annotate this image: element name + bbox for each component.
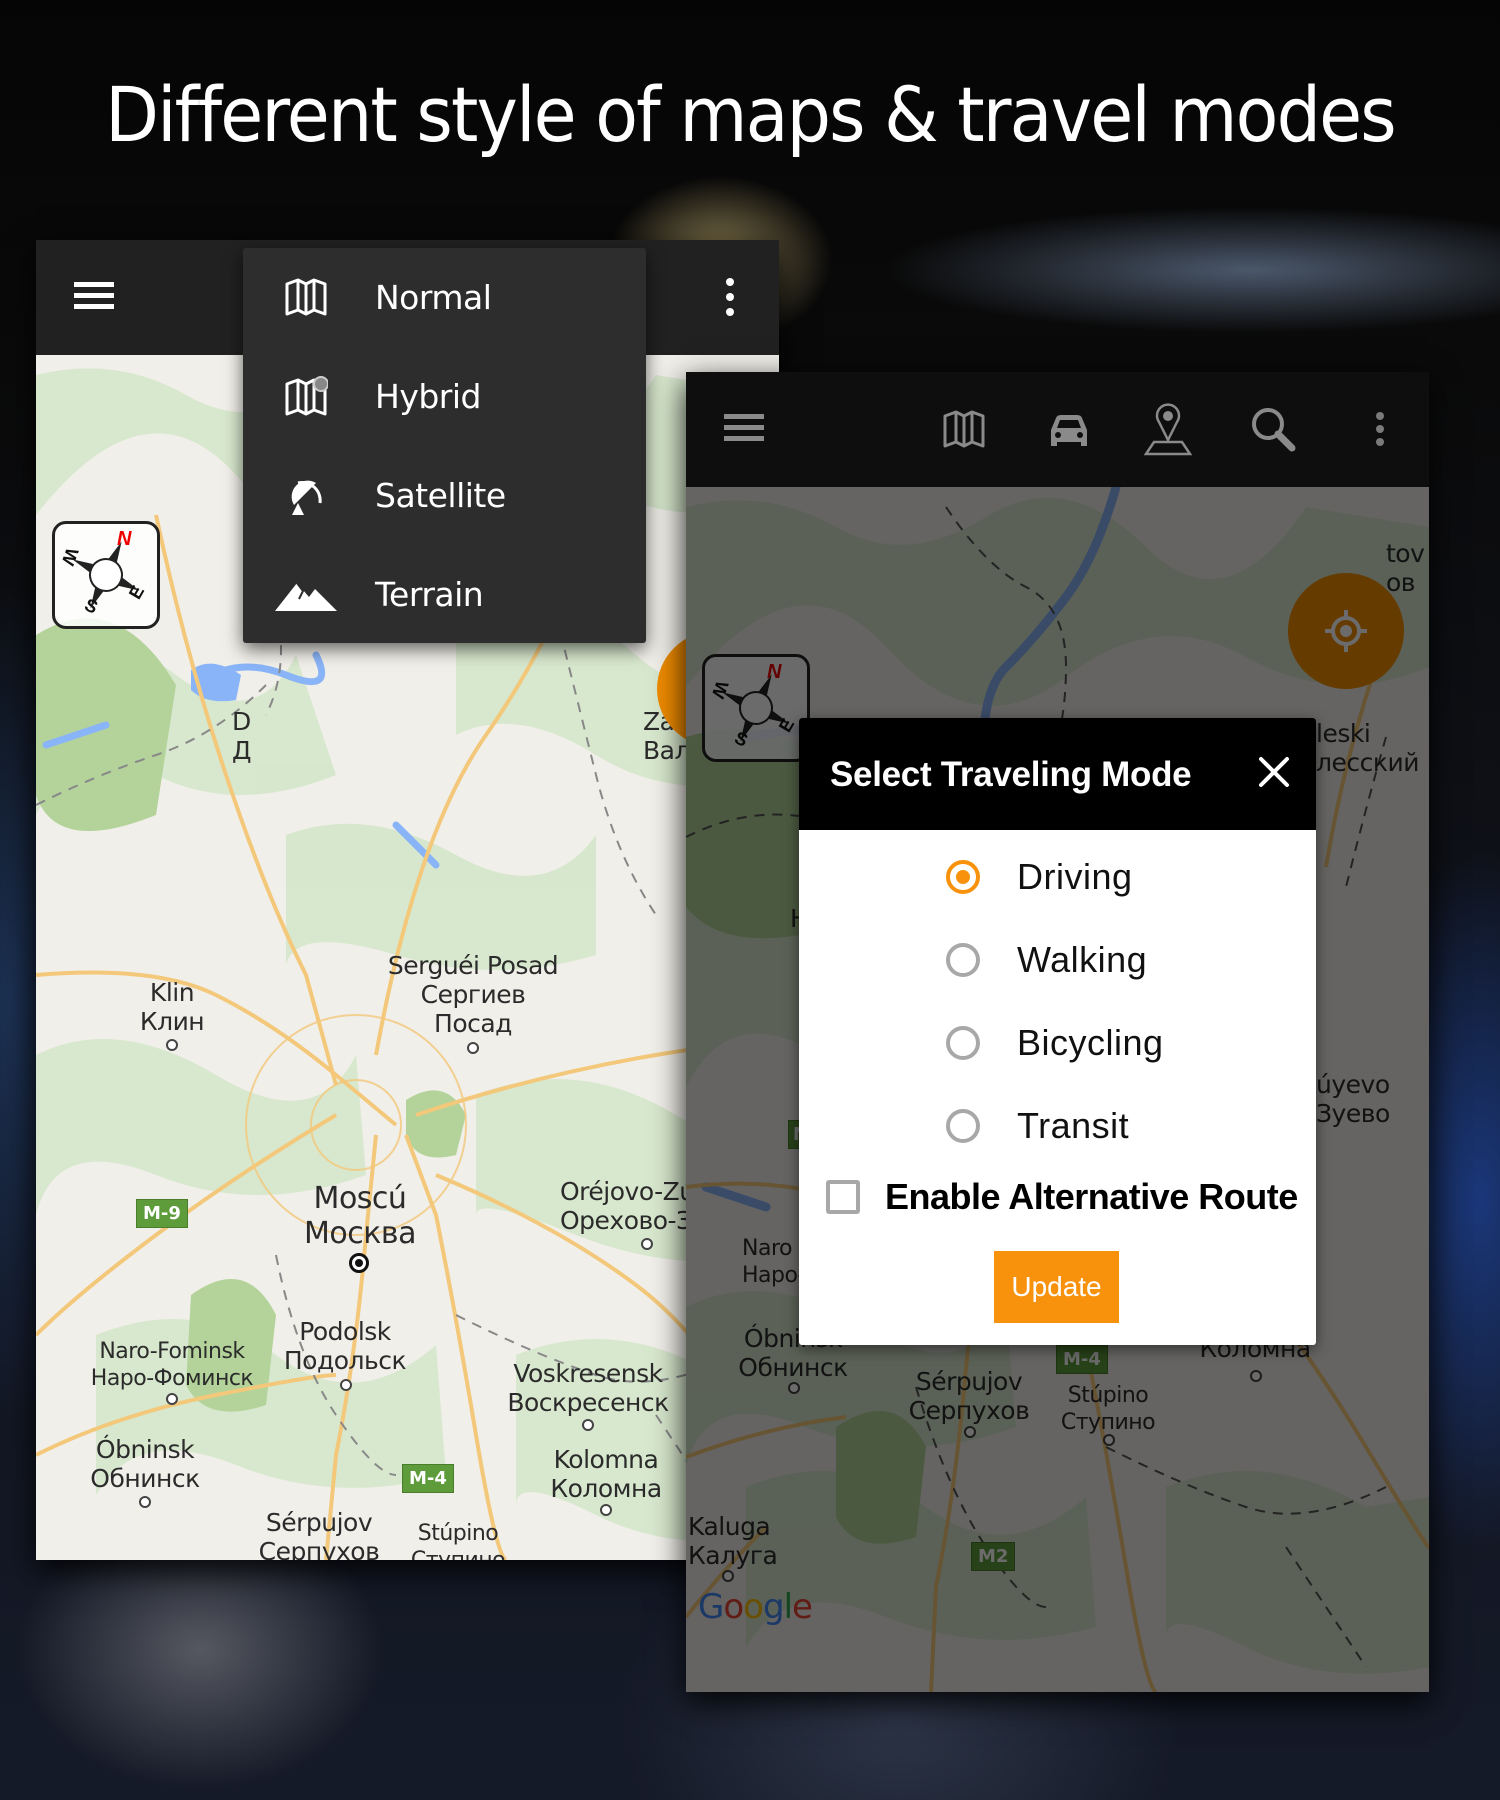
more-vertical-icon[interactable] xyxy=(720,278,740,322)
map-label-stupino: StúpinoСтупино xyxy=(411,1521,506,1560)
mountain-icon xyxy=(273,570,339,620)
radio-bicycling[interactable]: Bicycling xyxy=(799,1012,1316,1082)
compass-rose-icon xyxy=(72,541,140,609)
car-icon[interactable] xyxy=(1041,402,1097,458)
menu-item-terrain[interactable]: Terrain xyxy=(243,545,646,644)
location-pin-icon[interactable] xyxy=(1138,398,1198,458)
radio-transit[interactable]: Transit xyxy=(799,1095,1316,1165)
city-dot xyxy=(340,1379,352,1391)
city-dot xyxy=(166,1393,178,1405)
hybrid-map-icon xyxy=(279,372,333,422)
road-shield-m9: M-9 xyxy=(136,1199,188,1228)
city-dot xyxy=(166,1039,178,1051)
map-label-sergiev-posad: Serguéi Posad Сергиев Посад xyxy=(387,951,559,1038)
dialog-header: Select Traveling Mode xyxy=(799,718,1316,830)
travel-mode-dialog: Select Traveling Mode Driving Walking Bi… xyxy=(799,718,1316,1345)
map-label-serpukhov: SérpujovСерпухов xyxy=(258,1508,380,1560)
alternative-route-checkbox[interactable] xyxy=(826,1180,860,1214)
radio-button[interactable] xyxy=(946,1026,980,1060)
hamburger-icon[interactable] xyxy=(74,282,114,314)
radio-button-selected[interactable] xyxy=(946,860,980,894)
city-dot xyxy=(600,1504,612,1516)
radio-driving[interactable]: Driving xyxy=(799,846,1316,916)
city-dot xyxy=(139,1496,151,1508)
menu-item-hybrid[interactable]: Hybrid xyxy=(243,347,646,446)
road-shield-m4: M-4 xyxy=(402,1464,454,1493)
close-icon[interactable] xyxy=(1256,754,1292,790)
radio-walking[interactable]: Walking xyxy=(799,929,1316,999)
radio-button[interactable] xyxy=(946,1109,980,1143)
menu-item-satellite[interactable]: Satellite xyxy=(243,446,646,545)
satellite-dish-icon xyxy=(279,471,333,521)
radio-button[interactable] xyxy=(946,943,980,977)
map-label-kolomna: KolomnaКоломна xyxy=(550,1445,662,1503)
city-dot xyxy=(582,1419,594,1431)
compass-button[interactable]: N E S W xyxy=(52,521,160,629)
map-label-voskresensk: Voskresensk Воскресенск xyxy=(507,1359,669,1417)
map-label-obninsk: ÓbninskОбнинск xyxy=(90,1435,200,1493)
map-type-icon[interactable] xyxy=(936,402,992,458)
map-label-moscow: Moscú Москва xyxy=(304,1181,416,1251)
update-button[interactable]: Update xyxy=(994,1251,1119,1323)
hamburger-icon[interactable] xyxy=(724,414,764,446)
search-icon[interactable] xyxy=(1246,402,1302,458)
capital-marker-icon xyxy=(349,1253,369,1273)
compass-n: N xyxy=(117,528,132,550)
headline: Different style of maps & travel modes xyxy=(105,70,1397,159)
city-dot xyxy=(641,1238,653,1250)
app-bar xyxy=(686,372,1429,487)
map-type-menu: Normal Hybrid Satellite Terrain xyxy=(243,248,646,643)
more-vertical-icon[interactable] xyxy=(1370,412,1390,456)
map-label-podolsk: Podolsk Подольск xyxy=(283,1317,407,1375)
folded-map-icon xyxy=(279,273,333,323)
map-label-partial-d: DД xyxy=(232,707,252,765)
dialog-title: Select Traveling Mode xyxy=(830,755,1192,794)
alternative-route-option[interactable]: Enable Alternative Route xyxy=(799,1168,1316,1228)
city-dot xyxy=(467,1042,479,1054)
map-label-klin: Klin Клин xyxy=(139,978,205,1036)
menu-item-normal[interactable]: Normal xyxy=(243,248,646,347)
map-label-naro-fominsk: Naro-Fominsk Наро-Фоминск xyxy=(90,1339,254,1391)
